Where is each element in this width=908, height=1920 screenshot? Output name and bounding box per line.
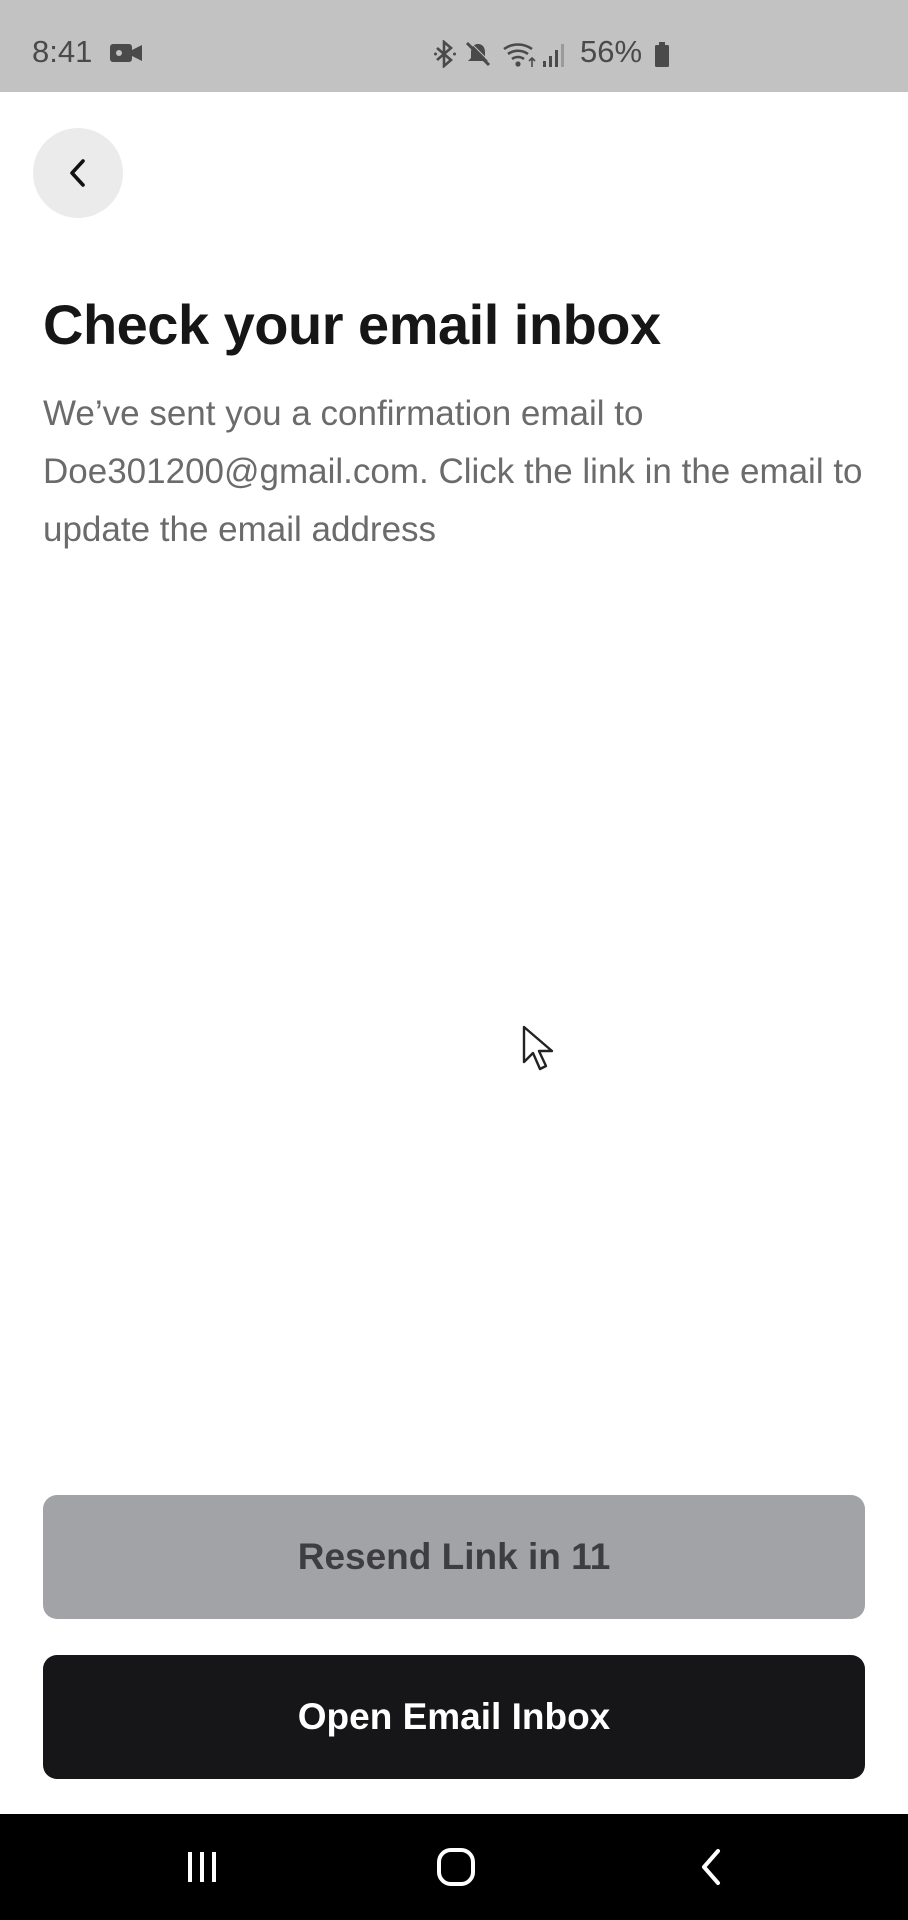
battery-icon [655,42,669,67]
video-icon [110,44,142,62]
navigation-bar [0,1814,908,1920]
battery-percent: 56% [580,34,643,69]
confirmation-message: We’ve sent you a confirmation email to D… [43,394,863,549]
recents-icon [188,1852,216,1882]
chevron-left-icon [70,159,85,187]
system-back-button[interactable] [652,1814,772,1920]
recents-button[interactable] [142,1814,262,1920]
home-button[interactable] [396,1814,516,1920]
wifi-icon [503,43,536,67]
status-time: 8:41 [32,34,93,69]
resend-link-button[interactable]: Resend Link in 11 [43,1495,865,1619]
home-icon [437,1848,475,1886]
mouse-cursor-icon [522,1025,554,1071]
mute-icon [465,40,492,67]
back-button[interactable] [33,128,123,218]
screen: 8:41 56% Check your email inbox We’ve se… [0,0,908,1920]
signal-icon [543,44,564,67]
bluetooth-icon [434,40,456,68]
page-title: Check your email inbox [43,293,661,356]
open-email-inbox-button[interactable]: Open Email Inbox [43,1655,865,1779]
status-bar: 8:41 56% [0,0,908,92]
back-icon [702,1849,720,1885]
